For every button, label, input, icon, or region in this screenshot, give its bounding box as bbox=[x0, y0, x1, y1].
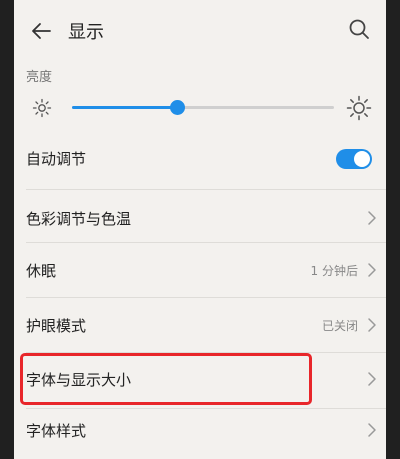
settings-screen: 显示 亮度 自动调节 色彩调节与色温 休眠 1 分钟后 护眼模式 已关闭 字体与… bbox=[14, 0, 386, 459]
brightness-slider[interactable] bbox=[72, 100, 334, 115]
settings-item-label: 休眠 bbox=[26, 262, 57, 280]
brightness-slider-fill bbox=[72, 106, 177, 109]
chevron-right-icon bbox=[368, 423, 376, 437]
chevron-right-icon bbox=[368, 318, 376, 332]
top-bar: 显示 bbox=[14, 0, 386, 62]
page-title: 显示 bbox=[68, 22, 104, 43]
settings-item-font-style[interactable]: 字体样式 bbox=[14, 403, 386, 459]
divider bbox=[26, 189, 386, 190]
settings-item-label: 色彩调节与色温 bbox=[26, 210, 132, 228]
search-icon[interactable] bbox=[348, 18, 370, 40]
brightness-row bbox=[14, 90, 386, 126]
settings-item-value: 已关闭 bbox=[321, 319, 358, 333]
chevron-right-icon bbox=[368, 263, 376, 277]
settings-item-font-and-display-size[interactable]: 字体与显示大小 bbox=[14, 352, 386, 408]
settings-item-color-temperature[interactable]: 色彩调节与色温 bbox=[14, 191, 386, 247]
auto-brightness-label: 自动调节 bbox=[26, 150, 87, 168]
toggle-knob bbox=[354, 151, 370, 167]
brightness-slider-thumb[interactable] bbox=[169, 100, 185, 115]
arrow-left-icon[interactable] bbox=[30, 20, 52, 42]
settings-item-eye-comfort[interactable]: 护眼模式 已关闭 bbox=[14, 298, 386, 354]
settings-item-label: 字体与显示大小 bbox=[26, 371, 132, 389]
device-bezel-left bbox=[0, 0, 14, 459]
chevron-right-icon bbox=[368, 211, 376, 225]
brightness-low-icon bbox=[32, 98, 52, 118]
settings-item-sleep[interactable]: 休眠 1 分钟后 bbox=[14, 243, 386, 299]
settings-item-label: 护眼模式 bbox=[26, 317, 87, 335]
auto-brightness-toggle[interactable] bbox=[336, 149, 372, 169]
chevron-right-icon bbox=[368, 372, 376, 386]
auto-brightness-row[interactable]: 自动调节 bbox=[14, 131, 386, 187]
settings-item-value: 1 分钟后 bbox=[310, 264, 358, 278]
brightness-high-icon bbox=[346, 95, 372, 121]
brightness-section-label: 亮度 bbox=[26, 70, 53, 85]
settings-item-label: 字体样式 bbox=[26, 422, 87, 440]
device-bezel-right bbox=[386, 0, 400, 459]
